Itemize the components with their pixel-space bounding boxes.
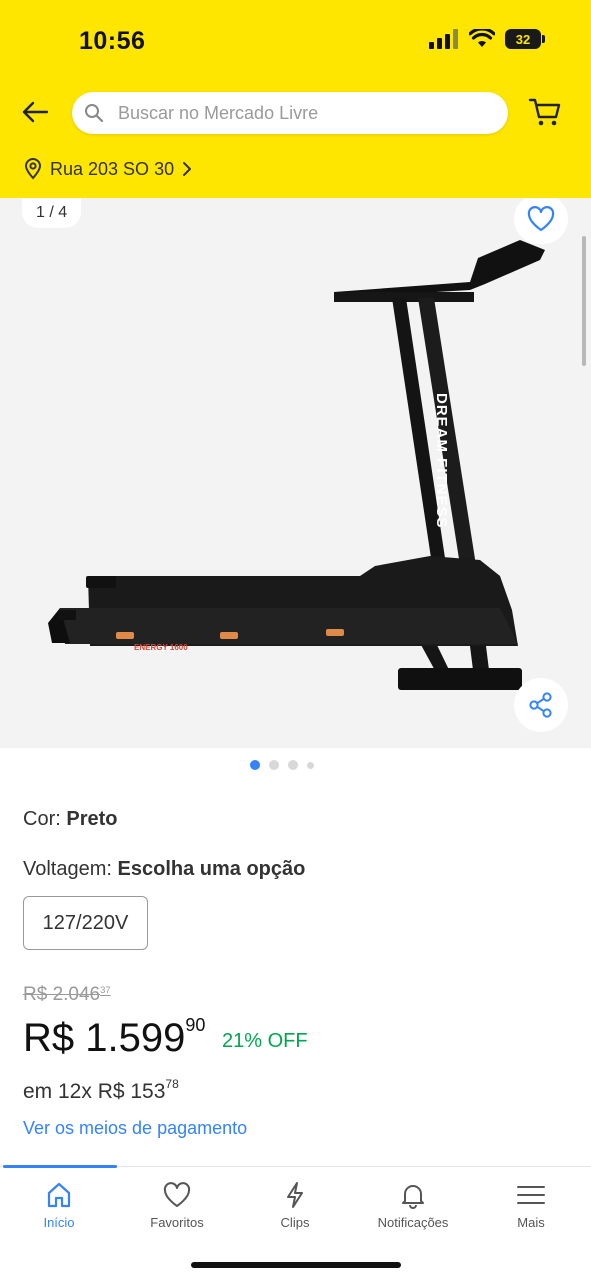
color-label: Cor: [23,808,61,830]
nav-item-favoritos[interactable]: Favoritos [118,1181,236,1230]
nav-label: Mais [517,1215,545,1230]
pagination-dot[interactable] [250,760,260,770]
installments-cents: 78 [165,1077,179,1092]
nav-label: Início [43,1215,75,1230]
pagination-dot[interactable] [269,760,279,770]
nav-label: Clips [280,1215,310,1230]
product-model-text: ENERGY 1600 [134,643,188,652]
pagination-dot[interactable] [288,760,298,770]
current-price: R$ 1.59990 [23,1015,206,1061]
page-scrollbar[interactable] [582,236,586,366]
back-button[interactable] [18,95,52,129]
old-price: R$ 2.04637 [23,984,111,1006]
active-tab-indicator [3,1165,117,1168]
favorite-button[interactable] [514,198,568,244]
nav-label: Notificações [377,1215,449,1230]
payment-methods-link[interactable]: Ver os meios de pagamento [23,1118,247,1139]
old-price-cents: 37 [100,985,111,997]
location-pin-icon [24,158,42,180]
wifi-icon [469,29,495,47]
installments-main: em 12x R$ 153 [23,1080,166,1103]
home-icon [47,1182,71,1208]
voltage-attribute: Voltagem: Escolha uma opção [23,858,305,881]
delivery-location[interactable]: Rua 203 SO 30 [24,158,192,180]
search-input[interactable] [118,102,458,124]
pagination-dot[interactable] [307,761,314,769]
app-header: 10:56 32 Buscar no Mercado Livre Rua 203… [0,0,591,198]
status-icons: 32 [429,29,545,49]
search-bar[interactable] [72,92,508,134]
gallery-pagination[interactable] [250,760,314,770]
heart-icon [163,1182,191,1207]
price-main: R$ 1.599 [23,1016,186,1060]
color-attribute: Cor: Preto [23,808,117,831]
product-brand-text: DREAM FITNESS [433,393,450,529]
heart-icon [527,206,555,232]
nav-item-notificacoes[interactable]: Notificações [354,1181,472,1230]
voltage-option-button[interactable]: 127/220V [23,896,148,950]
product-image: ENERGY 1600 DREAM FITNESS [48,240,545,690]
nav-item-inicio[interactable]: Início [0,1181,118,1230]
color-value: Preto [66,808,118,830]
lightning-icon [287,1182,303,1208]
nav-item-clips[interactable]: Clips [236,1181,354,1230]
cart-button[interactable] [528,96,562,128]
nav-label: Favoritos [150,1215,204,1230]
arrow-left-icon [22,101,49,123]
voltage-label: Voltagem: [23,858,112,880]
cart-icon [528,98,561,126]
bell-icon [402,1185,424,1209]
discount-badge: 21% OFF [222,1030,308,1052]
installments: em 12x R$ 15378 [23,1077,179,1104]
home-indicator[interactable] [191,1262,401,1268]
price-cents: 90 [185,1015,206,1036]
cellular-signal-icon [429,29,458,49]
share-button[interactable] [514,678,568,732]
battery-indicator: 32 [505,29,545,49]
status-time: 10:56 [79,27,146,55]
location-text: Rua 203 SO 30 [50,158,175,179]
search-icon [85,104,104,123]
share-icon [529,692,552,718]
image-counter: 1 / 4 [22,198,82,228]
old-price-main: R$ 2.046 [23,984,101,1005]
nav-item-mais[interactable]: Mais [472,1181,590,1230]
product-image-gallery[interactable]: ENERGY 1600 DREAM FITNESS 1 / 4 [0,198,591,748]
chevron-right-icon [183,162,192,176]
voltage-value: Escolha uma opção [117,858,306,880]
menu-icon [517,1186,545,1204]
